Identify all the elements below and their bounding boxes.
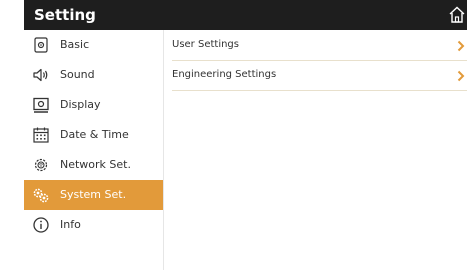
calendar-icon [32,126,50,144]
row-label: User Settings [172,39,239,50]
sidebar-item-display[interactable]: Display [24,90,163,120]
network-gear-icon [32,156,50,174]
row-label: Engineering Settings [172,69,277,80]
basic-icon [32,36,50,54]
sidebar-item-info[interactable]: Info [24,210,163,240]
home-icon[interactable] [449,6,465,24]
page-title: Setting [34,6,96,24]
sidebar: Basic Sound Display Date & Time Network … [24,30,164,270]
gears-icon [32,186,50,204]
sidebar-item-label: Network Set. [60,158,131,171]
speaker-icon [32,66,50,84]
sidebar-item-label: Sound [60,68,95,81]
chevron-right-icon [457,69,465,82]
info-icon [32,216,50,234]
title-bar: Setting [24,0,467,30]
sidebar-item-system[interactable]: System Set. [24,180,163,210]
sidebar-item-network[interactable]: Network Set. [24,150,163,180]
sidebar-item-date-time[interactable]: Date & Time [24,120,163,150]
row-user-settings[interactable]: User Settings [172,30,467,61]
chevron-right-icon [457,39,465,52]
sidebar-item-label: Date & Time [60,128,129,141]
sidebar-item-label: Info [60,218,81,231]
display-icon [32,96,50,114]
row-engineering-settings[interactable]: Engineering Settings [172,60,467,91]
sidebar-item-label: Display [60,98,101,111]
sidebar-item-basic[interactable]: Basic [24,30,163,60]
sidebar-item-sound[interactable]: Sound [24,60,163,90]
sidebar-item-label: System Set. [60,188,127,201]
sidebar-item-label: Basic [60,38,90,51]
